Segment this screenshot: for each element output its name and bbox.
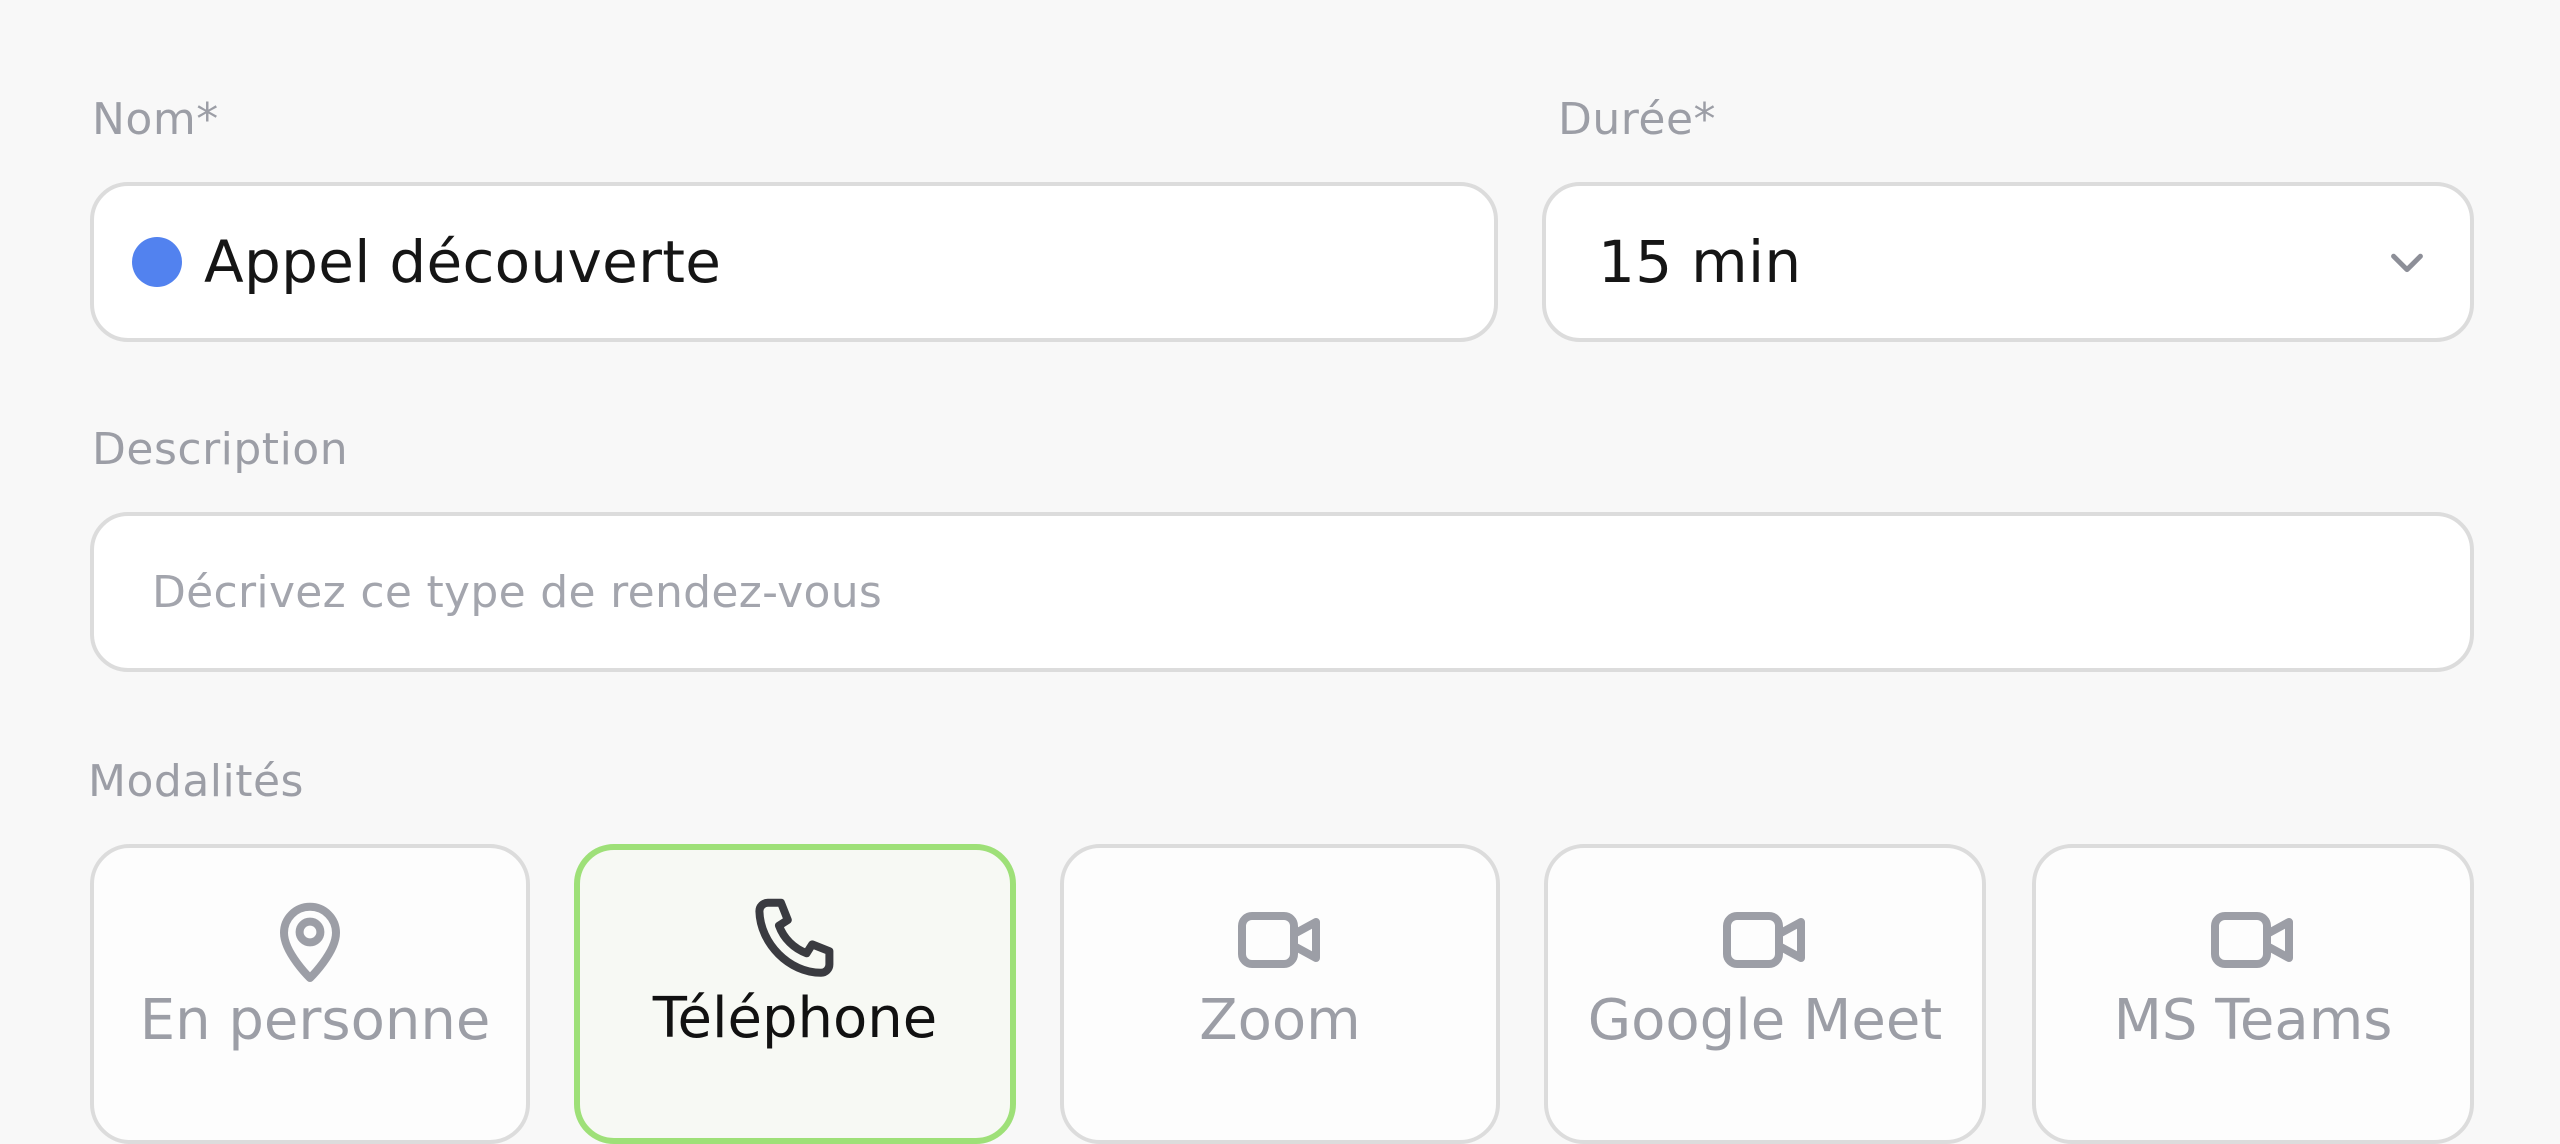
modality-google-meet[interactable]: Google Meet <box>1544 844 1986 1144</box>
color-dot[interactable] <box>132 237 182 287</box>
description-input[interactable]: Décrivez ce type de rendez-vous <box>90 512 2474 672</box>
modality-zoom[interactable]: Zoom <box>1060 844 1500 1144</box>
description-placeholder: Décrivez ce type de rendez-vous <box>152 566 883 618</box>
chevron-down-icon <box>2391 253 2423 273</box>
video-camera-icon <box>1238 912 1320 968</box>
modality-label: MS Teams <box>2113 988 2393 1053</box>
modality-label: Téléphone <box>652 986 938 1051</box>
modality-label: Google Meet <box>1587 988 1943 1053</box>
duration-label: Durée* <box>1558 94 1717 145</box>
phone-icon <box>755 898 834 977</box>
modality-phone[interactable]: Téléphone <box>574 844 1016 1144</box>
modality-label: En personne <box>139 988 491 1053</box>
modality-label: Zoom <box>1199 988 1361 1053</box>
modalities-label: Modalités <box>88 756 304 807</box>
duration-value: 15 min <box>1598 228 1802 296</box>
video-camera-icon <box>2211 912 2293 968</box>
modality-ms-teams[interactable]: MS Teams <box>2032 844 2474 1144</box>
name-field[interactable]: Appel découverte <box>90 182 1498 342</box>
map-pin-icon <box>280 902 340 982</box>
video-camera-icon <box>1723 912 1805 968</box>
modality-in-person[interactable]: En personne <box>90 844 530 1144</box>
description-label: Description <box>92 424 349 475</box>
duration-select[interactable]: 15 min <box>1542 182 2474 342</box>
name-value: Appel découverte <box>204 228 722 296</box>
name-label: Nom* <box>92 94 219 145</box>
